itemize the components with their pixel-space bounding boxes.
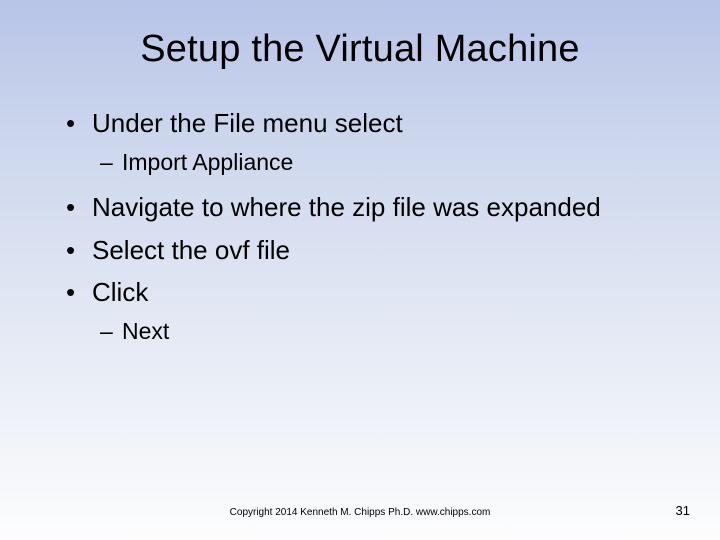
bullet-item: Under the File menu select Import Applia… bbox=[66, 107, 670, 177]
bullet-text: Under the File menu select bbox=[92, 108, 403, 138]
sub-bullet-text: Next bbox=[122, 318, 169, 344]
sub-bullet-list: Import Appliance bbox=[92, 148, 670, 178]
page-number: 31 bbox=[676, 503, 690, 518]
bullet-text: Navigate to where the zip file was expan… bbox=[92, 192, 601, 222]
bullet-item: Navigate to where the zip file was expan… bbox=[66, 191, 670, 224]
bullet-item: Select the ovf file bbox=[66, 234, 670, 267]
sub-bullet-list: Next bbox=[92, 317, 670, 347]
slide: Setup the Virtual Machine Under the File… bbox=[0, 0, 720, 540]
bullet-list: Under the File menu select Import Applia… bbox=[50, 107, 670, 347]
bullet-text: Click bbox=[92, 277, 148, 307]
bullet-item: Click Next bbox=[66, 276, 670, 346]
sub-bullet-text: Import Appliance bbox=[122, 149, 293, 175]
slide-title: Setup the Virtual Machine bbox=[50, 28, 670, 71]
sub-bullet-item: Next bbox=[100, 317, 670, 347]
footer-copyright: Copyright 2014 Kenneth M. Chipps Ph.D. w… bbox=[0, 507, 720, 518]
sub-bullet-item: Import Appliance bbox=[100, 148, 670, 178]
bullet-text: Select the ovf file bbox=[92, 235, 290, 265]
